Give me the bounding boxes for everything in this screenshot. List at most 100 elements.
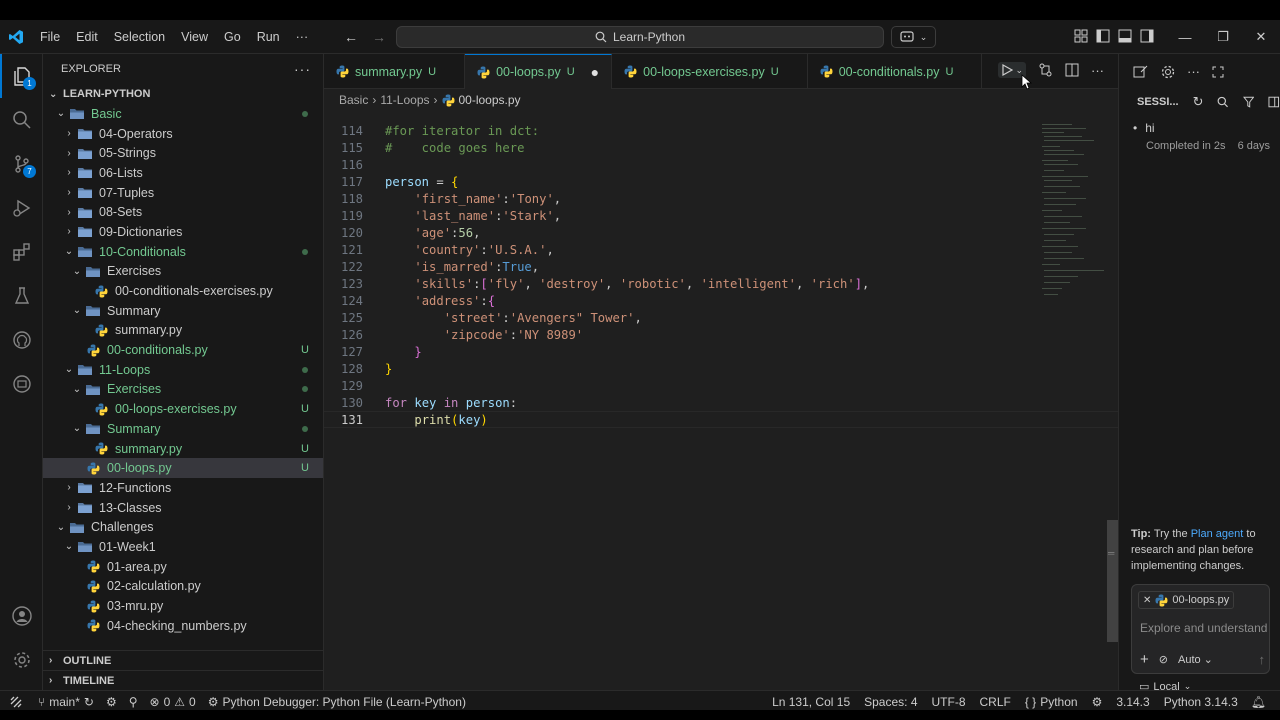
mode-picker[interactable]: Auto ⌄ [1178,653,1213,666]
toggle-primary-sidebar-icon[interactable] [1096,29,1110,43]
tree-folder-item[interactable]: ⌄ 11-Loops [43,360,323,380]
search-icon[interactable] [1217,96,1229,108]
git-graph-button[interactable]: ⚙ [100,695,123,709]
minimize-icon[interactable]: — [1166,20,1204,54]
tree-folder-item[interactable]: ⌄ 01-Week1 [43,537,323,557]
add-context-icon[interactable]: + [1140,651,1149,668]
copilot-button[interactable]: ⌄ [891,26,936,48]
problems-indicator[interactable]: ⊗ 0 ⚠ 0 [144,695,202,709]
python-interpreter[interactable]: Python 3.14.3 [1157,695,1245,709]
tree-file-item[interactable]: summary.py U [43,439,323,459]
tree-folder-item[interactable]: › 06-Lists [43,163,323,183]
tree-folder-item[interactable]: ⌄ Exercises [43,380,323,400]
menu-item[interactable]: Edit [68,30,106,44]
chat-input-box[interactable]: ✕ 00-loops.py Explore and understand y +… [1131,584,1270,674]
customize-layout-icon[interactable] [1074,29,1088,43]
menu-item[interactable]: View [173,30,216,44]
tree-file-item[interactable]: 00-loops.py U [43,458,323,479]
tree-file-item[interactable]: summary.py [43,321,323,341]
testing-activity[interactable] [0,274,43,318]
forward-arrow-icon[interactable]: → [372,29,386,45]
filter-icon[interactable] [1242,96,1255,108]
back-arrow-icon[interactable]: ← [344,29,358,45]
menu-item[interactable]: Go [216,30,249,44]
env-version[interactable]: 3.14.3 [1109,695,1156,709]
session-item[interactable]: • hi Completed in 2s 6 days [1119,115,1280,152]
tree-folder-item[interactable]: ⌄ Challenges [43,517,323,537]
encoding[interactable]: UTF-8 [925,695,973,709]
menu-item[interactable]: File [32,30,68,44]
remote-explorer-activity[interactable] [0,362,43,406]
toggle-panel-icon[interactable] [1118,29,1132,43]
ports-button[interactable]: ⚲ [123,695,144,709]
code-editor[interactable]: 114 #for iterator in dct: 115 # code goes h… [324,122,1118,428]
split-editor-icon[interactable] [1065,63,1079,77]
toggle-sidebar-icon[interactable] [1268,96,1280,108]
tree-folder-item[interactable]: ⌄ Summary [43,301,323,321]
github-activity[interactable] [0,318,43,362]
menu-item[interactable]: Selection [106,30,173,44]
editor-tab[interactable]: 00-loops.py U ● [465,54,613,89]
minimap[interactable] [1040,122,1110,302]
tree-file-item[interactable]: 00-loops-exercises.py U [43,399,323,419]
close-icon[interactable]: ✕ [1143,595,1151,606]
tree-folder-item[interactable]: › 05-Strings [43,143,323,163]
tree-file-item[interactable]: 00-conditionals-exercises.py [43,281,323,301]
tree-folder-item[interactable]: › 09-Dictionaries [43,222,323,242]
tree-folder-item[interactable]: › 12-Functions [43,478,323,498]
workspace-root[interactable]: ⌄ LEARN-PYTHON [43,84,323,104]
new-chat-icon[interactable] [1133,65,1149,79]
breadcrumb-item[interactable]: 00-loops.py [459,93,521,107]
restore-icon[interactable]: ❐ [1204,20,1242,54]
search-activity[interactable] [0,98,43,142]
editor-tab[interactable]: 00-conditionals.py U [808,54,983,89]
breadcrumb-item[interactable]: 11-Loops [380,93,429,107]
editor-tab[interactable]: summary.py U [324,54,466,89]
toggle-secondary-sidebar-icon[interactable] [1140,29,1154,43]
more-actions-icon[interactable]: ··· [294,61,311,77]
tree-folder-item[interactable]: › 04-Operators [43,124,323,144]
timeline-section[interactable]: › TIMELINE [43,670,324,690]
more-actions-icon[interactable]: ··· [1091,63,1104,78]
refresh-icon[interactable]: ↻ [1193,94,1204,110]
explorer-activity[interactable]: 1 [0,54,43,98]
tree-file-item[interactable]: 02-calculation.py [43,577,323,597]
tree-file-item[interactable]: 00-conditionals.py U [43,340,323,360]
manage-activity[interactable] [0,638,43,682]
vertical-scrollbar[interactable] [1107,520,1118,642]
language-mode[interactable]: { } Python [1018,695,1085,709]
tree-file-item[interactable]: 01-area.py [43,557,323,577]
tree-folder-item[interactable]: ⌄ Exercises [43,262,323,282]
tree-folder-item[interactable]: ⌄ 10-Conditionals [43,242,323,262]
compare-changes-icon[interactable] [1038,63,1053,77]
gear-icon[interactable] [1161,65,1175,79]
branch-indicator[interactable]: ⑂ main* ↻ [32,695,100,709]
extensions-activity[interactable] [0,230,43,274]
indentation[interactable]: Spaces: 4 [857,695,924,709]
breadcrumb-item[interactable]: Basic [339,93,368,107]
cursor-position[interactable]: Ln 131, Col 15 [765,695,857,709]
maximize-icon[interactable] [1212,66,1224,78]
more-actions-icon[interactable]: ··· [1187,64,1200,79]
send-icon[interactable]: ↑ [1259,652,1266,667]
tree-folder-item[interactable]: › 07-Tuples [43,183,323,203]
debugger-config[interactable]: ⚙ Python Debugger: Python File (Learn-Py… [202,695,472,709]
tree-file-item[interactable]: 04-checking_numbers.py [43,616,323,636]
editor-tab[interactable]: 00-loops-exercises.py U [612,54,808,89]
command-center-search[interactable]: Learn-Python [396,26,884,48]
plan-agent-link[interactable]: Plan agent [1191,528,1244,540]
more-menu-icon[interactable]: ··· [288,30,317,44]
end-of-line[interactable]: CRLF [973,695,1018,709]
attached-file-chip[interactable]: ✕ 00-loops.py [1138,591,1235,609]
outline-section[interactable]: › OUTLINE [43,650,324,670]
tools-icon[interactable]: ⊘ [1159,653,1168,666]
tree-folder-item[interactable]: ⌄ Basic [43,104,323,124]
tree-folder-item[interactable]: ⌄ Summary [43,419,323,439]
run-debug-activity[interactable] [0,186,43,230]
close-icon[interactable]: ✕ [1242,20,1280,54]
drag-handle-icon[interactable]: ═ [1108,548,1114,558]
unsaved-dot-icon[interactable]: ● [591,64,599,80]
tree-file-item[interactable]: 03-mru.py [43,596,323,616]
accounts-activity[interactable] [0,594,43,638]
notifications-icon[interactable]: 🔔︎ [1245,695,1272,709]
